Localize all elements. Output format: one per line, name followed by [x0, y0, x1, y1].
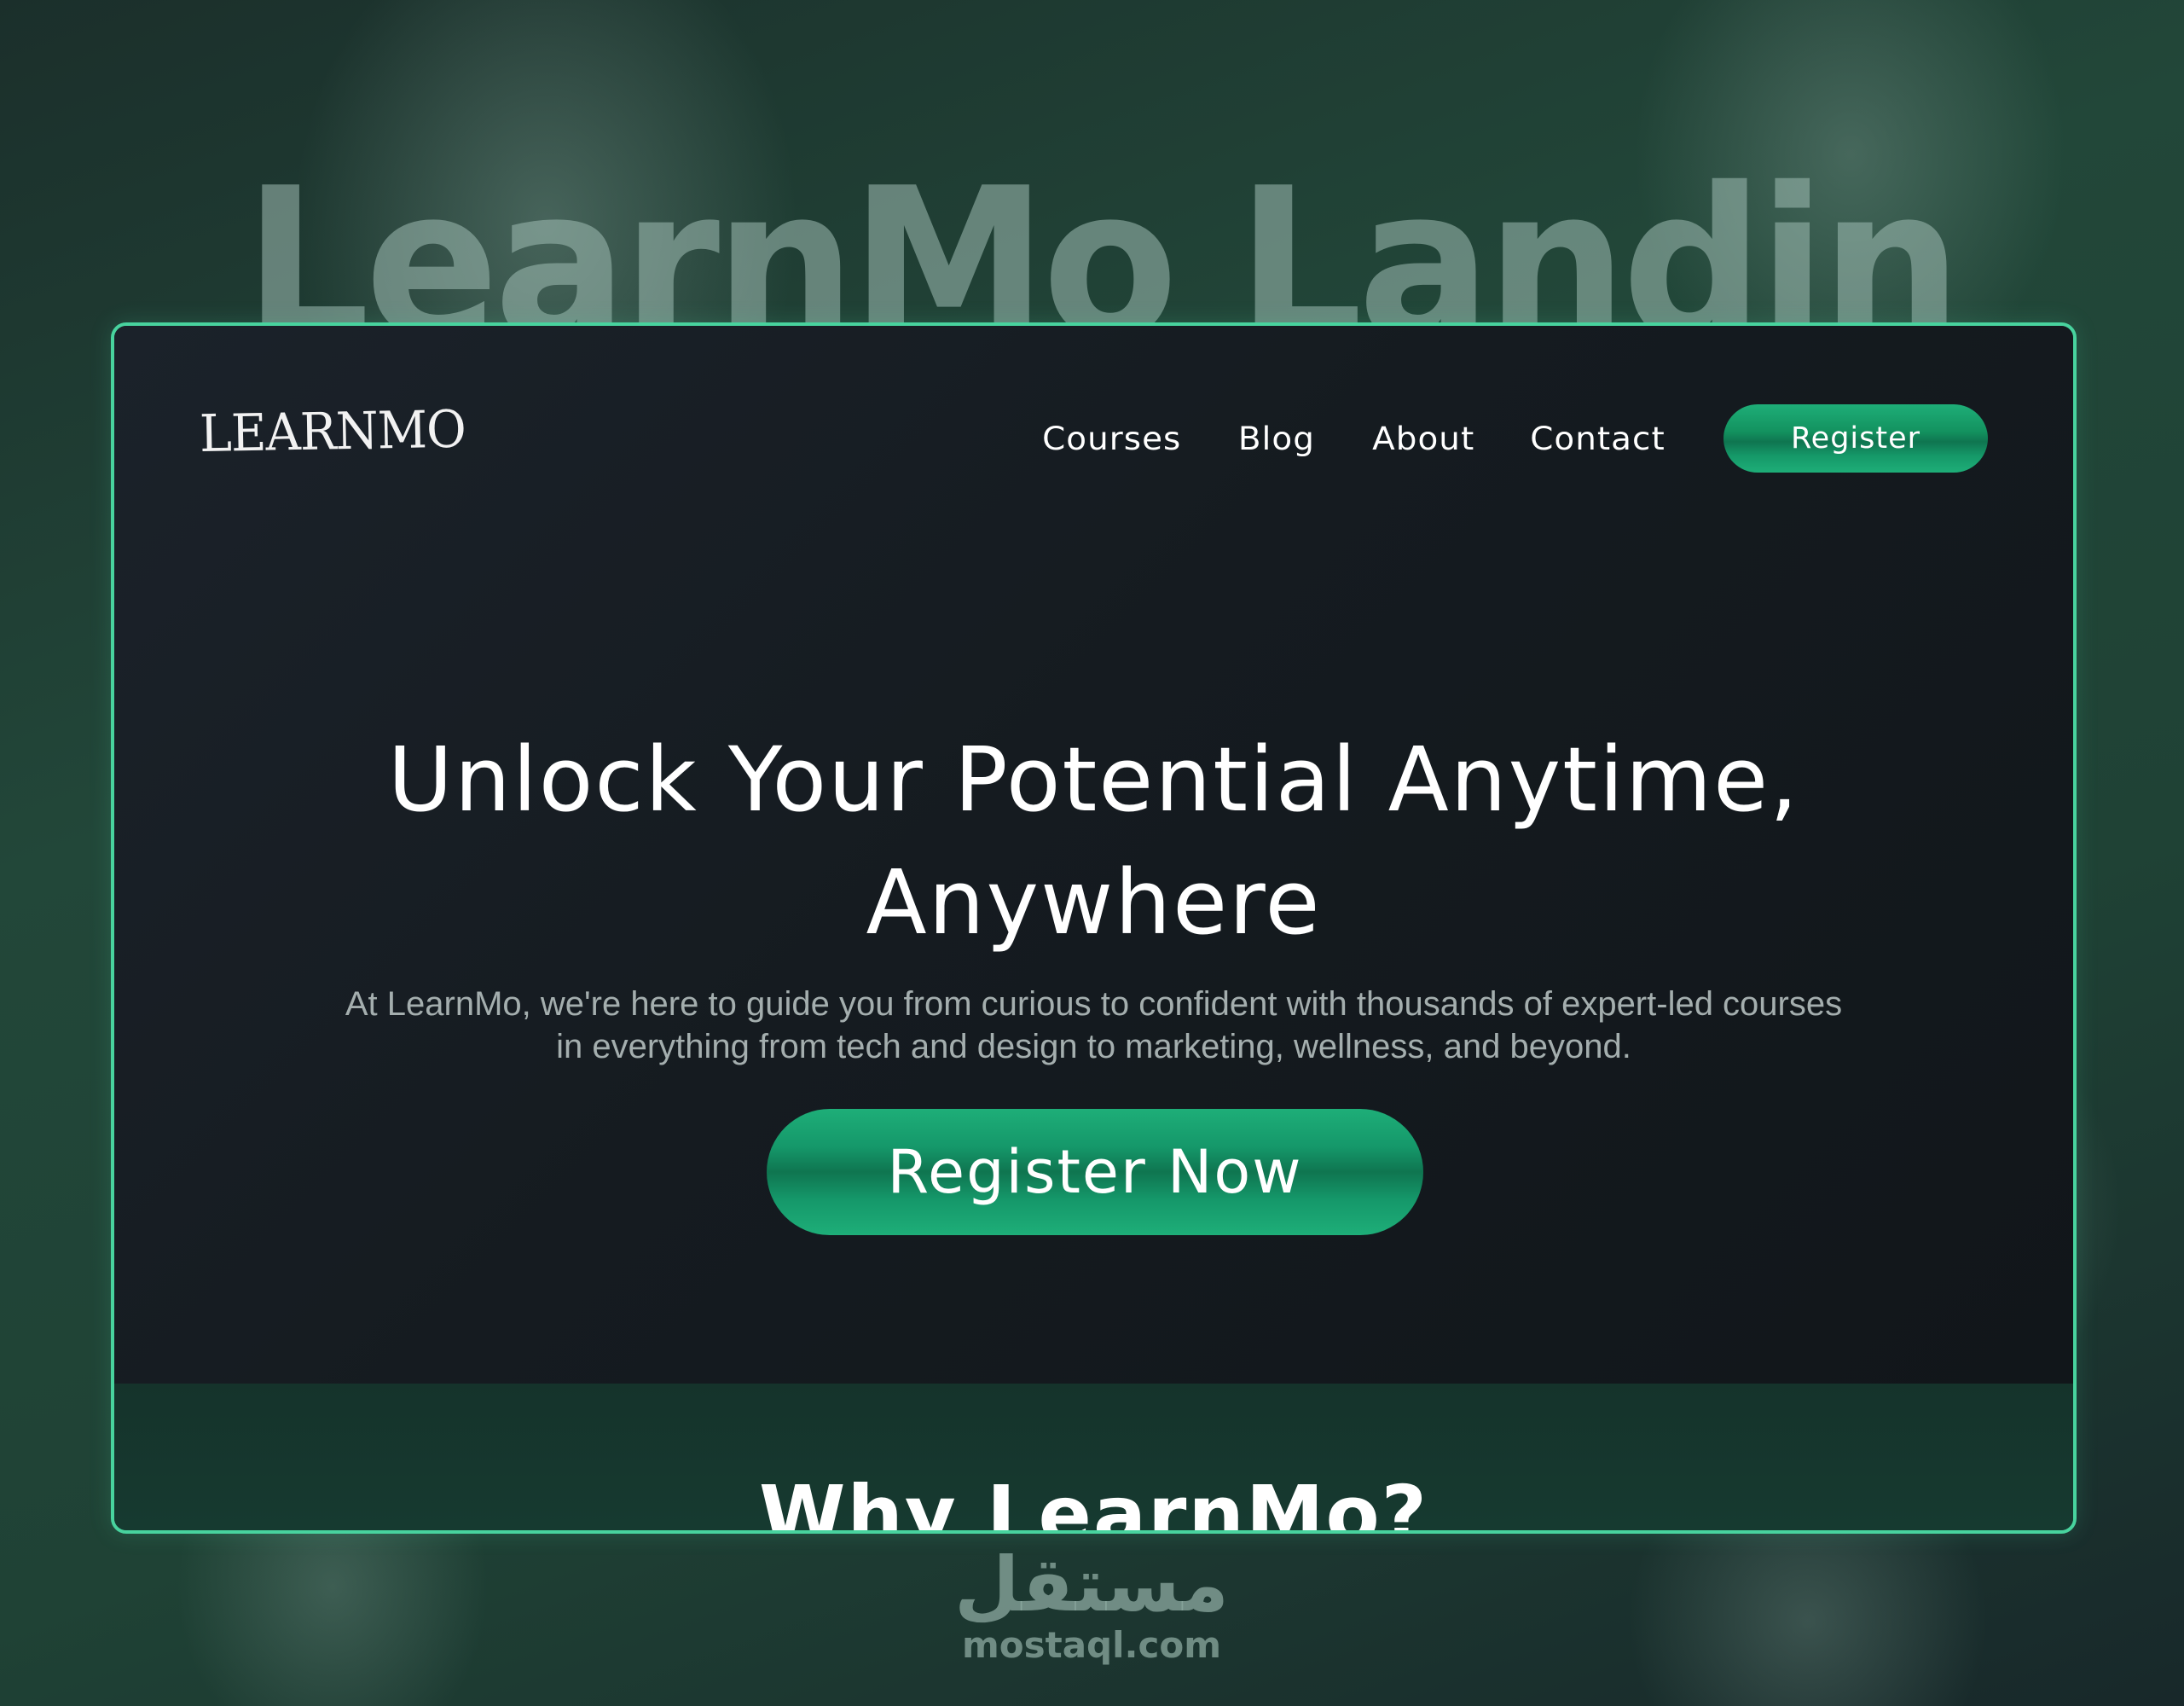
- nav-link-blog[interactable]: Blog: [1238, 421, 1315, 457]
- why-section-title: Why LearnMo?: [758, 1469, 1429, 1534]
- nav-link-about[interactable]: About: [1372, 421, 1474, 457]
- hero-subtext-line2: in everything from tech and design to ma…: [556, 1028, 1631, 1065]
- showcase-title: LearnMo Landing: [244, 160, 1949, 339]
- hero-section: LEARNMO Courses Blog About Contact Regis…: [114, 326, 2073, 1384]
- register-now-button[interactable]: Register Now: [767, 1109, 1423, 1235]
- hero-headline-line2: Anywhere: [866, 850, 1322, 955]
- logo[interactable]: LEARNMO: [199, 400, 466, 464]
- hero-subtext: At LearnMo, we're here to guide you from…: [182, 983, 2005, 1068]
- hero-headline-line1: Unlock Your Potential Anytime,: [387, 728, 1800, 832]
- watermark-arabic-logo: مستقل: [954, 1541, 1229, 1628]
- hero-subtext-line1: At LearnMo, we're here to guide you from…: [345, 985, 1843, 1023]
- watermark-url: mostaql.com: [962, 1624, 1221, 1666]
- landing-page-frame: LEARNMO Courses Blog About Contact Regis…: [111, 322, 2077, 1534]
- main-nav: Courses Blog About Contact Register: [1043, 404, 1988, 473]
- register-button[interactable]: Register: [1723, 404, 1988, 473]
- nav-link-contact[interactable]: Contact: [1530, 421, 1666, 457]
- watermark: مستقل mostaql.com: [947, 1544, 1237, 1665]
- nav-link-courses[interactable]: Courses: [1043, 421, 1182, 457]
- hero-headline: Unlock Your Potential Anytime, Anywhere: [114, 718, 2073, 964]
